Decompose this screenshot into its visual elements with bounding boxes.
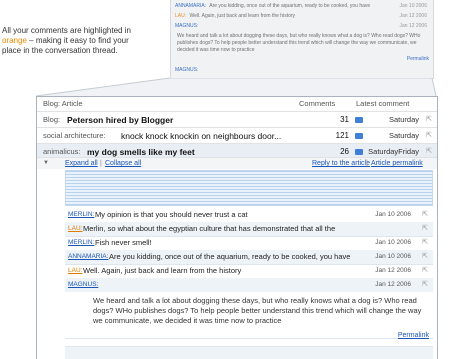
bg-comment-row: ANNAMARIA: Are you kidding, once out of … xyxy=(175,2,429,11)
comment-text: Are you kidding, once out of the aquariu… xyxy=(109,252,351,261)
collapse-toggle-icon[interactable]: ▼ xyxy=(43,158,49,169)
comment-text: Fish never smell! xyxy=(95,238,152,247)
comment-author[interactable]: LAU: xyxy=(68,264,82,278)
comment-date: Jan 10 2006 xyxy=(375,253,411,260)
comment-footer-strip xyxy=(65,346,433,359)
external-link-icon[interactable]: ⇱ xyxy=(422,222,428,236)
external-link-icon[interactable]: ⇱ xyxy=(422,236,428,250)
header-latest: Latest comment xyxy=(356,99,410,108)
comment-body-text: We heard and talk a lot about dogging th… xyxy=(93,296,422,325)
comment-text: Merlin, so what about the egyptian cultu… xyxy=(83,224,336,233)
comment-date: Jan 10 2006 xyxy=(375,239,411,246)
external-link-icon[interactable]: ⇱ xyxy=(426,128,432,144)
comment-author[interactable]: ANNAMARIA: xyxy=(68,250,108,264)
bg-date: Jan 10 2006 xyxy=(399,3,427,9)
comment-row-mine[interactable]: LAU: Merlin, so what about the egyptian … xyxy=(65,222,433,237)
comment-date: Jan 10 2006 xyxy=(375,211,411,218)
bg-permalink: Permalink xyxy=(406,56,429,62)
comment-icon xyxy=(355,133,363,139)
bg-author: LAU: xyxy=(175,13,187,19)
latest-comment-day: Saturday xyxy=(388,131,419,140)
bg-footer-row: MAGNUS: xyxy=(175,66,429,75)
comment-icon xyxy=(355,149,363,155)
table-header: Blog: Article Comments Latest comment xyxy=(37,97,437,111)
header-comments: Comments xyxy=(299,99,336,108)
bg-text: Well. Again, just back and learn from th… xyxy=(189,13,296,19)
reply-link[interactable]: Reply to the article xyxy=(312,158,370,169)
header-article: Blog: Article xyxy=(43,99,83,108)
external-link-icon[interactable]: ⇱ xyxy=(422,264,428,278)
comment-date: Jan 12 2006 xyxy=(375,267,411,274)
bg-date: Jan 12 2006 xyxy=(399,23,427,29)
separator: | xyxy=(366,160,368,167)
article-source: Blog: xyxy=(43,115,61,124)
comment-body: We heard and talk a lot about dogging th… xyxy=(65,292,433,339)
caption-text: All your comments are highlighted in xyxy=(2,26,131,35)
feature-caption: All your comments are highlighted in ora… xyxy=(2,26,136,56)
bg-date: Jan 12 2006 xyxy=(399,13,427,19)
comment-count: 121 xyxy=(335,131,349,140)
bg-author: MAGNUS: xyxy=(175,23,199,29)
article-source: social architecture: xyxy=(43,131,106,140)
comment-author[interactable]: MERLIN: xyxy=(68,236,94,250)
comment-author[interactable]: MERLIN: xyxy=(68,208,94,222)
comment-row[interactable]: MERLIN: Fish never smell! Jan 10 2006 ⇱ xyxy=(65,236,433,251)
bg-comment-row: LAU: Well. Again, just back and learn fr… xyxy=(175,12,429,21)
comment-row[interactable]: MERLIN: My opinion is that you should ne… xyxy=(65,208,433,223)
comment-author[interactable]: LAU: xyxy=(68,222,82,236)
separator: | xyxy=(100,160,102,167)
bg-footer-author: MAGNUS: xyxy=(175,67,199,73)
bg-body-text: We heard and talk a lot about dogging th… xyxy=(177,33,421,53)
expand-all-link[interactable]: Expand all xyxy=(65,158,98,169)
caption-highlight: orange xyxy=(2,36,27,45)
thread-toolbar: ▼ Expand all | Collapse all Reply to the… xyxy=(37,157,437,169)
article-permalink-link[interactable]: Article permalink xyxy=(371,158,423,169)
comment-author[interactable]: MAGNUS: xyxy=(68,278,98,292)
external-link-icon[interactable]: ⇱ xyxy=(422,250,428,264)
article-row[interactable]: Blog: Peterson hired by Blogger 31 Satur… xyxy=(37,111,437,128)
comment-date: Jan 12 2006 xyxy=(375,281,411,288)
thread-overview xyxy=(65,170,433,206)
article-row[interactable]: social architecture: knock knock knockin… xyxy=(37,127,437,144)
bg-text: Are you kidding, once out of the aquariu… xyxy=(209,3,371,9)
external-link-icon[interactable]: ⇱ xyxy=(422,278,428,292)
latest-comment-day: Saturday xyxy=(388,115,419,124)
article-title[interactable]: Peterson hired by Blogger xyxy=(67,112,173,128)
comment-row[interactable]: ANNAMARIA: Are you kidding, once out of … xyxy=(65,250,433,265)
comment-permalink[interactable]: Permalink xyxy=(398,332,429,339)
article-title[interactable]: knock knock knockin on neighbours door..… xyxy=(121,128,281,144)
external-link-icon[interactable]: ⇱ xyxy=(422,208,428,222)
collapse-all-link[interactable]: Collapse all xyxy=(105,158,141,169)
comment-icon xyxy=(355,117,363,123)
comment-row-mine[interactable]: LAU: Well. Again, just back and learn fr… xyxy=(65,264,433,279)
comment-text: Well. Again, just back and learn from th… xyxy=(83,266,242,275)
bg-author: ANNAMARIA: xyxy=(175,3,207,9)
comment-count: 31 xyxy=(340,115,349,124)
comment-text: My opinion is that you should never trus… xyxy=(95,210,248,219)
comment-row-expanded[interactable]: MAGNUS: Jan 12 2006 ⇱ xyxy=(65,278,433,293)
comments-window: Blog: Article Comments Latest comment Bl… xyxy=(36,96,438,359)
external-link-icon[interactable]: ⇱ xyxy=(426,112,432,128)
background-window: ANNAMARIA: Are you kidding, once out of … xyxy=(170,0,434,79)
bg-comment-row: MAGNUS: Jan 12 2006 xyxy=(175,22,429,31)
